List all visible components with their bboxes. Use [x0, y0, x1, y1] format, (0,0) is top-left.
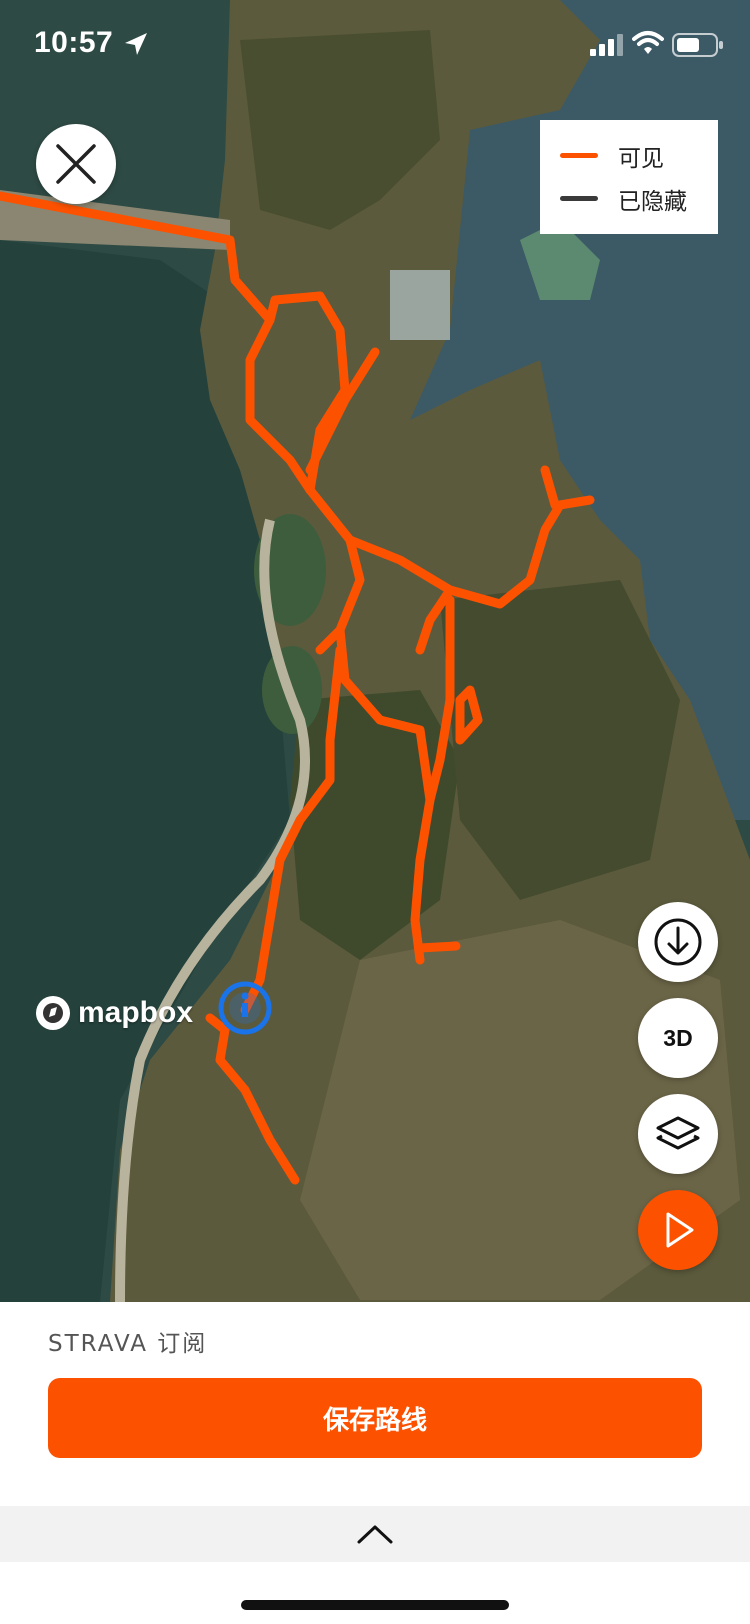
chevron-up-icon [357, 1525, 393, 1544]
3d-toggle-button[interactable]: 3D [638, 998, 718, 1078]
cellular-signal-icon [590, 34, 623, 56]
mapbox-icon [36, 996, 70, 1030]
location-arrow-icon [125, 33, 147, 55]
download-icon [654, 918, 702, 966]
route-legend: 可见 已隐藏 [540, 120, 718, 234]
play-flyover-button[interactable] [638, 1190, 718, 1270]
download-button[interactable] [638, 902, 718, 982]
layers-button[interactable] [638, 1094, 718, 1174]
legend-label: 已隐藏 [618, 188, 687, 215]
legend-item-hidden: 已隐藏 [560, 177, 698, 220]
layers-icon [656, 1116, 700, 1150]
play-icon [666, 1212, 694, 1248]
close-button[interactable] [36, 124, 116, 204]
wifi-icon [632, 31, 664, 54]
mapbox-wordmark: mapbox [78, 996, 194, 1029]
save-route-button[interactable]: 保存路线 [48, 1378, 702, 1458]
3d-label: 3D [663, 1024, 693, 1051]
legend-item-visible: 可见 [560, 134, 698, 177]
status-bar: 10:57 [0, 0, 750, 92]
map-view[interactable]: 10:57 可见 已隐藏 mapbox 3D [0, 0, 750, 1302]
battery-icon [672, 33, 723, 57]
legend-label: 可见 [618, 145, 664, 172]
status-time: 10:57 [34, 26, 114, 59]
mapbox-logo[interactable]: mapbox [34, 994, 193, 1032]
bottom-panel: STRAVA 订阅 保存路线 [0, 1302, 750, 1624]
subscription-label: STRAVA 订阅 [48, 1331, 208, 1357]
close-icon [56, 144, 96, 184]
home-indicator[interactable] [241, 1600, 509, 1610]
legend-swatch [560, 153, 598, 158]
legend-swatch [560, 196, 598, 201]
drawer-expand-handle[interactable] [0, 1506, 750, 1562]
